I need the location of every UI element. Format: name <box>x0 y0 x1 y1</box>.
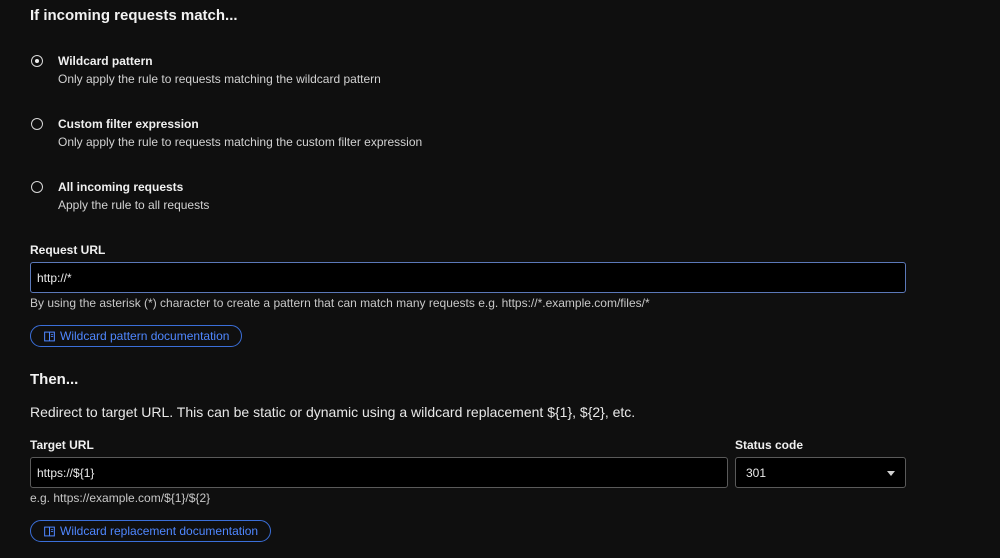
docs-button-label: Wildcard replacement documentation <box>60 524 259 538</box>
radio-all-incoming-requests[interactable] <box>31 181 43 193</box>
request-url-hint: By using the asterisk (*) character to c… <box>30 296 650 310</box>
option-description: Only apply the rule to requests matching… <box>58 135 423 149</box>
book-icon <box>44 331 55 341</box>
option-label: All incoming requests <box>58 180 184 194</box>
status-code-select[interactable]: 301 <box>735 457 906 488</box>
option-label: Wildcard pattern <box>58 54 153 68</box>
wildcard-replacement-docs-button[interactable]: Wildcard replacement documentation <box>30 520 272 542</box>
target-url-hint: e.g. https://example.com/${1}/${2} <box>30 491 211 505</box>
then-section-title: Then... <box>30 371 79 388</box>
request-url-label: Request URL <box>30 243 106 257</box>
redirect-rule-form: If incoming requests match... Wildcard p… <box>0 0 1000 558</box>
option-description: Apply the rule to all requests <box>58 198 210 212</box>
option-label: Custom filter expression <box>58 117 199 131</box>
status-code-label: Status code <box>735 438 804 452</box>
option-description: Only apply the rule to requests matching… <box>58 72 381 86</box>
request-url-input[interactable] <box>30 262 906 293</box>
target-url-label: Target URL <box>30 438 94 452</box>
then-section-description: Redirect to target URL. This can be stat… <box>30 404 636 420</box>
docs-button-label: Wildcard pattern documentation <box>60 329 230 343</box>
target-url-input[interactable] <box>30 457 728 488</box>
match-section-title: If incoming requests match... <box>30 7 238 24</box>
wildcard-pattern-docs-button[interactable]: Wildcard pattern documentation <box>30 325 243 347</box>
book-icon <box>44 526 55 536</box>
chevron-down-icon <box>887 471 895 476</box>
radio-wildcard-pattern[interactable] <box>31 55 43 67</box>
status-code-value: 301 <box>746 465 767 480</box>
radio-custom-filter-expression[interactable] <box>31 118 43 130</box>
